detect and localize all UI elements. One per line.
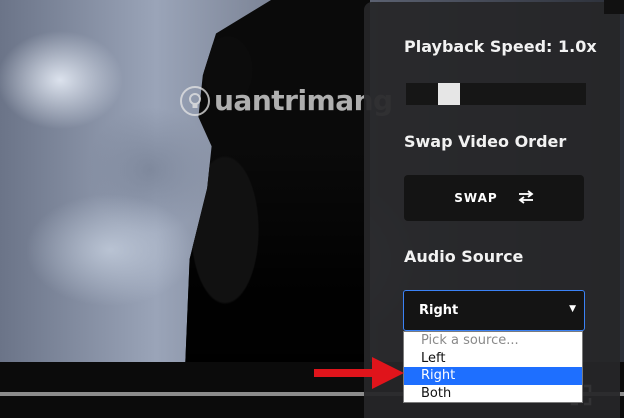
dropdown-option-left[interactable]: Left <box>404 350 582 368</box>
red-arrow-annotation-icon <box>314 357 404 389</box>
playback-speed-label: Playback Speed: 1.0x <box>404 37 597 56</box>
panel-corner <box>604 0 624 14</box>
audio-source-selected-value: Right <box>419 303 459 318</box>
swap-arrows-icon <box>518 189 534 207</box>
swap-button[interactable]: SWAP <box>404 175 584 221</box>
dropdown-option-placeholder[interactable]: Pick a source... <box>404 332 582 350</box>
audio-source-select[interactable]: Right ▼ <box>403 290 585 331</box>
dropdown-option-both[interactable]: Both <box>404 385 582 403</box>
playback-speed-slider[interactable] <box>406 83 586 105</box>
slider-thumb[interactable] <box>438 83 460 105</box>
audio-source-dropdown: Pick a source... Left Right Both <box>403 331 583 403</box>
dropdown-option-right[interactable]: Right <box>404 367 582 385</box>
chevron-down-icon: ▼ <box>569 304 576 314</box>
swap-button-label: SWAP <box>454 191 498 205</box>
audio-source-heading: Audio Source <box>404 247 524 266</box>
watermark-logo: uantrimang <box>180 84 393 117</box>
lightbulb-icon <box>180 85 210 116</box>
swap-video-order-heading: Swap Video Order <box>404 132 567 151</box>
